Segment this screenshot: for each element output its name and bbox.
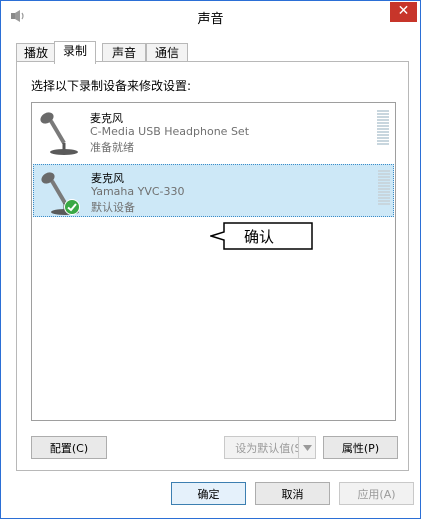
tab-recording[interactable]: 录制: [54, 41, 96, 64]
callout-text: 确认: [244, 228, 275, 246]
tab-playback[interactable]: 播放: [16, 43, 56, 62]
set-default-dropdown: [298, 436, 316, 459]
level-meter: [378, 170, 390, 206]
device-description: C-Media USB Headphone Set: [90, 125, 250, 138]
default-check-icon: [64, 199, 80, 215]
annotation-callout: 确认: [210, 222, 314, 250]
device-status: 准备就绪: [90, 141, 134, 154]
cancel-button[interactable]: 取消: [255, 482, 330, 505]
device-item[interactable]: 麦克风 C-Media USB Headphone Set 准备就绪: [33, 105, 394, 158]
device-name: 麦克风: [90, 112, 123, 125]
device-name: 麦克风: [91, 172, 124, 185]
ok-button[interactable]: 确定: [171, 482, 246, 505]
device-status: 默认设备: [91, 201, 135, 214]
tab-communications[interactable]: 通信: [146, 43, 188, 62]
device-list[interactable]: 麦克风 C-Media USB Headphone Set 准备就绪 麦克风 Y…: [31, 102, 396, 421]
level-meter: [377, 110, 389, 146]
window-title: 声音: [197, 12, 224, 27]
apply-button: 应用(A): [339, 482, 414, 505]
configure-button[interactable]: 配置(C): [31, 436, 107, 459]
recording-panel: 选择以下录制设备来修改设置: 麦克风 C-Media USB Headphone…: [16, 61, 409, 471]
title-bar[interactable]: 声音 ✕: [1, 1, 420, 31]
microphone-icon: [40, 112, 78, 155]
device-item-selected[interactable]: 麦克风 Yamaha YVC-330 默认设备: [33, 164, 394, 217]
device-description: Yamaha YVC-330: [91, 185, 185, 198]
properties-button[interactable]: 属性(P): [323, 436, 398, 459]
instruction-text: 选择以下录制设备来修改设置:: [31, 79, 192, 93]
tab-sounds[interactable]: 声音: [102, 43, 146, 62]
sound-dialog: 声音 ✕ 播放 录制 声音 通信 选择以下录制设备来修改设置: 麦克风 C-Me…: [0, 0, 421, 519]
close-button[interactable]: ✕: [390, 2, 417, 22]
chevron-down-icon: [303, 445, 312, 451]
